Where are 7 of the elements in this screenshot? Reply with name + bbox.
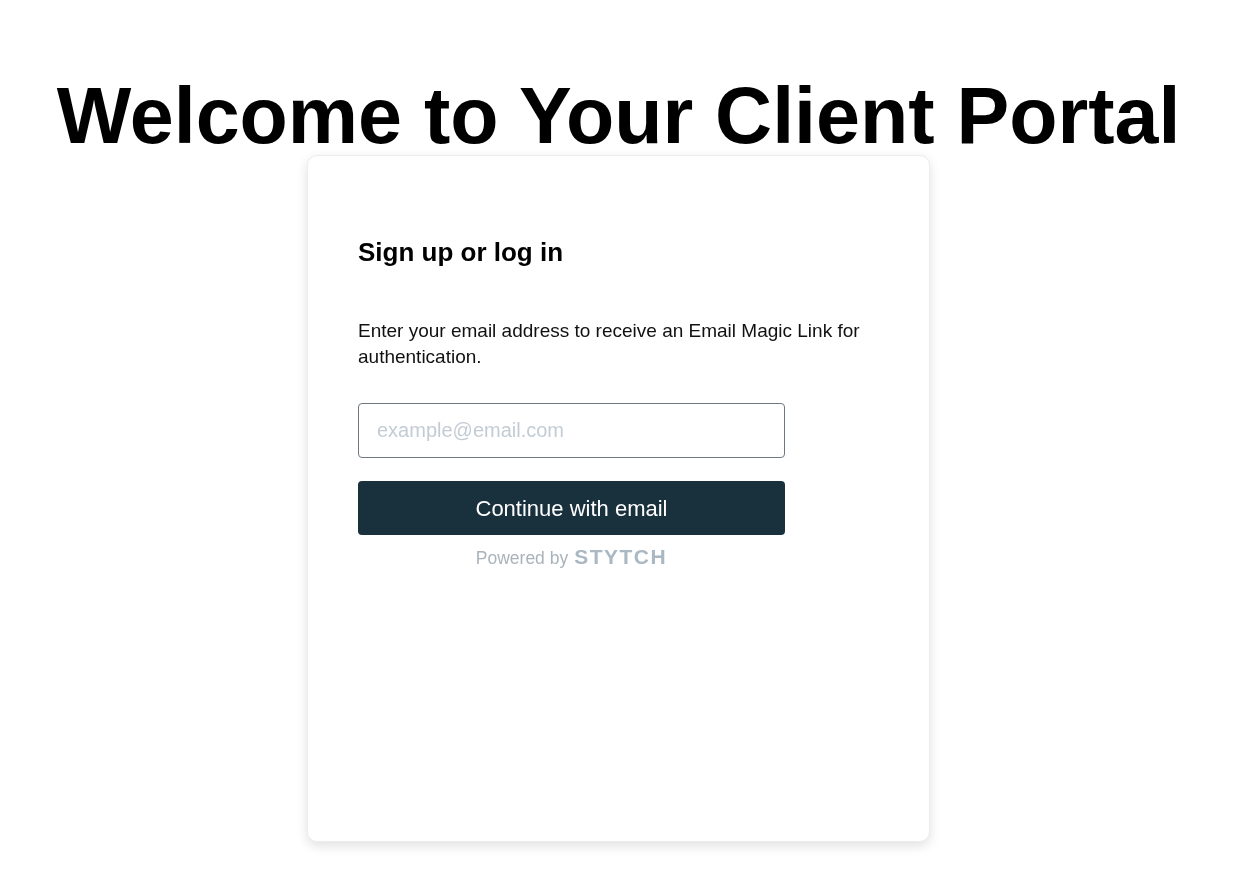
brand-wordmark: STYTCH (574, 546, 668, 568)
continue-button[interactable]: Continue with email (358, 481, 785, 535)
card-title: Sign up or log in (358, 236, 564, 268)
description-text: Enter your email address to receive an Email Magic Link for authentication. (358, 319, 861, 369)
page-title: Welcome to Your Client Portal (56, 76, 1181, 155)
email-input-field[interactable]: example@email.com (358, 403, 785, 458)
powered-by-text: Powered by (475, 547, 569, 569)
